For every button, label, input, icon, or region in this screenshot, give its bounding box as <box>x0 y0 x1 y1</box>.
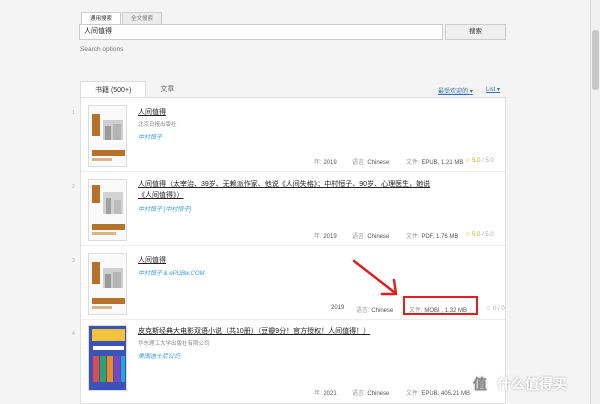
row-index: 2 <box>72 184 75 190</box>
list-item: 人间值得（太宰治、39岁、无赖派作家、他说《人间失格》；中村恒子、90岁、心理医… <box>81 172 505 246</box>
list-item: 人间值得 北京日报出版社 中村恒子 年: 2019 语言: Chinese 文件… <box>81 98 505 172</box>
book-file-info: 文件: EPUB, 405.21 MB <box>406 391 471 397</box>
chevron-down-icon: ▾ <box>469 89 473 95</box>
results-list: 人间值得 北京日报出版社 中村恒子 年: 2019 语言: Chinese 文件… <box>80 97 506 404</box>
book-year: 2019 <box>331 305 345 311</box>
book-language: 语言: Chinese <box>356 308 394 314</box>
star-icon: ☆ <box>486 306 492 312</box>
sort-dropdown[interactable]: 最受欢迎的 ▾ <box>438 86 473 95</box>
search-button[interactable]: 搜索 <box>445 24 506 40</box>
search-input[interactable]: 人间值得 <box>79 24 443 40</box>
tab-fulltext-search[interactable]: 全文搜索 <box>122 12 163 24</box>
book-title-link[interactable]: 人间值得 <box>138 107 438 118</box>
star-icon: ☆ <box>465 158 471 164</box>
book-cover[interactable] <box>88 105 127 167</box>
book-year: 年: 2019 <box>314 160 337 166</box>
row-index: 4 <box>72 331 75 337</box>
watermark: 值 什么值得买 <box>468 372 567 396</box>
book-title-link[interactable]: 人间值得（太宰治、39岁、无赖派作家、他说《人间失格》；中村恒子、90岁、心理医… <box>138 179 438 201</box>
search-tabs: 通用搜索 全文搜索 <box>81 12 163 24</box>
book-language: 语言: Chinese <box>352 391 390 397</box>
tab-general-search[interactable]: 通用搜索 <box>81 12 122 24</box>
row-index: 3 <box>72 258 75 264</box>
tab-books[interactable]: 书籍 (500+) <box>80 81 147 98</box>
book-author-link[interactable]: 中村恒子 <box>138 132 162 141</box>
book-title-link[interactable]: 皮克斯经典大电影双语小说（共10册）（豆瓣9分！官方授权！人间值得！） <box>138 326 438 337</box>
book-year: 年: 2021 <box>314 391 337 397</box>
book-publisher: 北京日报出版社 <box>138 122 177 128</box>
smzdm-logo-icon: 值 <box>468 372 492 396</box>
star-icon: ☆ <box>465 232 471 238</box>
book-file-info: 文件: EPUB, 1.21 MB <box>406 160 464 166</box>
page-scrollbar[interactable] <box>590 0 600 404</box>
list-item: 皮克斯经典大电影双语小说（共10册）（豆瓣9分！官方授权！人间值得！） 华东理工… <box>81 320 505 404</box>
book-author-link[interactable]: 中村恒子 & ePUBw.COM <box>138 268 205 277</box>
chevron-down-icon: ▾ <box>497 87 501 93</box>
annotation-arrow-icon <box>352 259 398 296</box>
book-cover[interactable] <box>88 325 127 391</box>
book-language: 语言: Chinese <box>352 160 390 166</box>
search-options-link[interactable]: Search options <box>80 46 123 53</box>
book-file-info: 文件: PDF, 1.76 MB <box>406 234 459 240</box>
tab-articles[interactable]: 文章 <box>146 81 188 98</box>
book-rating: ☆ 0 / 0 <box>486 306 505 312</box>
book-rating: ☆ 5.0 / 5.0 <box>465 158 494 164</box>
book-author-link[interactable]: 中村恒子 [中村恒子] <box>138 204 191 213</box>
book-cover[interactable] <box>88 253 127 315</box>
scrollbar-thumb[interactable] <box>592 30 599 90</box>
row-index: 1 <box>72 110 75 116</box>
result-tabs: 书籍 (500+) 文章 <box>80 81 188 98</box>
book-year: 年: 2019 <box>314 234 337 240</box>
book-publisher: 华东理工大学出版社有限公司 <box>138 341 210 347</box>
view-dropdown[interactable]: List ▾ <box>486 86 500 93</box>
book-language: 语言: Chinese <box>352 234 390 240</box>
book-cover[interactable] <box>88 179 127 241</box>
book-author-link[interactable]: 美国迪士尼公司 <box>138 351 180 360</box>
annotation-highlight-box <box>403 296 478 315</box>
book-rating: ☆ 5.0 / 5.0 <box>465 232 494 238</box>
